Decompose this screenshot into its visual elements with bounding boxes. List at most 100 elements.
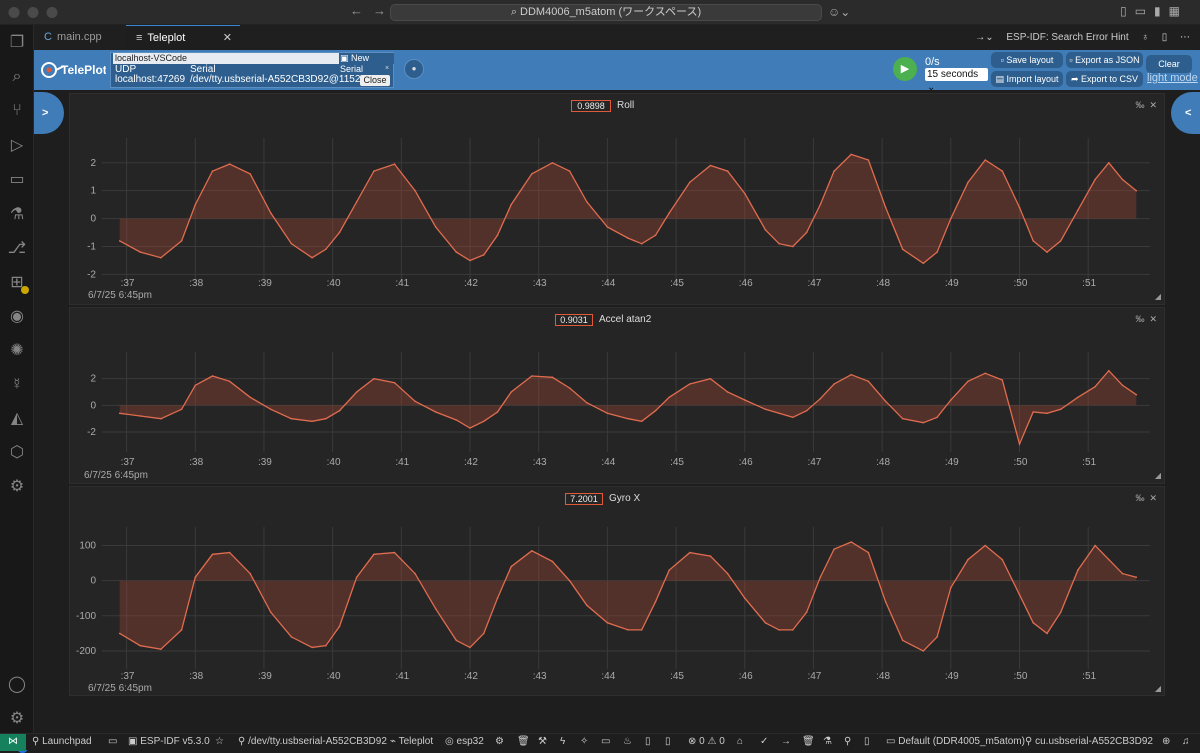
resize-handle-icon[interactable]: ◢: [1155, 471, 1161, 480]
import-layout-button[interactable]: ▤ Import layout: [991, 71, 1063, 87]
tab-teleplot[interactable]: ≡ Teleplot ✕: [126, 25, 240, 50]
remote-explorer-icon[interactable]: ▭: [7, 170, 27, 190]
remote-icon[interactable]: ⊕: [1162, 734, 1170, 750]
plot-panel-gyro-x: 7.2001 Gyro X ‰✕ :37:38:39:40:41:42:43:4…: [69, 486, 1165, 696]
trash-icon[interactable]: 🗑︎: [517, 734, 530, 750]
cu-port-item[interactable]: ⚲ cu.usbserial-A552CB3D92: [1025, 734, 1153, 750]
data-point: [640, 242, 643, 245]
arrow-right-icon[interactable]: →⌄: [975, 32, 993, 43]
folder-icon[interactable]: ▭: [108, 734, 117, 750]
split-editor-icon[interactable]: ▯: [1162, 32, 1168, 43]
window-controls[interactable]: [0, 0, 120, 25]
data-point: [967, 558, 969, 561]
flask-icon[interactable]: ⚗: [823, 734, 832, 750]
light-mode-link[interactable]: light mode: [1147, 72, 1198, 84]
data-point: [434, 411, 437, 413]
udp-info: UDP localhost:47269: [115, 65, 185, 85]
star-icon[interactable]: ☆: [215, 734, 224, 750]
home-icon[interactable]: ⌂: [737, 734, 743, 750]
star-icon[interactable]: ✧: [580, 734, 588, 750]
left-sidebar-toggle[interactable]: >: [34, 92, 64, 134]
data-point: [551, 560, 554, 563]
source-control-icon[interactable]: ⑂: [7, 101, 27, 121]
account-icon[interactable]: ◯: [7, 675, 27, 695]
lightbulb-icon[interactable]: ♁: [1141, 32, 1149, 43]
trash-icon[interactable]: 🗑︎: [802, 734, 815, 750]
settings-icon[interactable]: ⚙: [495, 734, 504, 750]
explorer-icon[interactable]: ❐: [7, 33, 27, 53]
import-layout-label: Import layout: [1006, 74, 1059, 84]
plug-icon[interactable]: ⚲: [844, 734, 851, 750]
workspace-title: DDM4006_m5atom (ワークスペース): [520, 6, 702, 18]
resize-handle-icon[interactable]: ◢: [1155, 684, 1161, 693]
remote-indicator-icon[interactable]: ⋈: [0, 734, 26, 751]
copilot-icon[interactable]: ☺⌄: [828, 5, 850, 19]
tab-main-cpp[interactable]: Cmain.cpp: [34, 25, 124, 50]
folder-icon: ▭: [886, 736, 899, 747]
serial-port-item[interactable]: ⚲ /dev/tty.usbserial-A552CB3D92: [238, 734, 387, 750]
esp-idf-search-error-hint[interactable]: ESP-IDF: Search Error Hint: [1006, 32, 1128, 43]
record-button[interactable]: ●: [404, 59, 424, 79]
problems-item[interactable]: ⊗ 0 ⚠ 0: [688, 734, 725, 750]
close-icon[interactable]: ✕: [223, 26, 232, 51]
data-point: [483, 254, 485, 256]
data-point: [1135, 189, 1138, 192]
data-point: [531, 173, 533, 175]
save-layout-button[interactable]: ▫ Save layout: [991, 52, 1063, 68]
check-icon[interactable]: ✓: [760, 734, 768, 750]
cpp-file-icon: C: [44, 31, 52, 43]
config-item[interactable]: ▭ Default (DDR4005_m5atom): [886, 734, 1025, 750]
testing-icon[interactable]: ⚗: [7, 205, 27, 225]
terminal-icon[interactable]: ▯: [645, 734, 651, 750]
bell-icon[interactable]: ♫: [1182, 734, 1190, 750]
wrench-icon[interactable]: ⚒: [538, 734, 547, 750]
clear-button[interactable]: Clear: [1146, 55, 1192, 73]
arrow-right-icon[interactable]: →: [781, 734, 791, 750]
teleplot-item[interactable]: ⌁ Teleplot: [390, 734, 433, 750]
espressif-icon[interactable]: ◉: [7, 307, 27, 327]
flash-icon[interactable]: ϟ: [560, 734, 565, 750]
monitor-icon[interactable]: ▭: [601, 734, 610, 750]
layout-controls[interactable]: ▯▭▮▦: [1120, 4, 1188, 18]
close-icon[interactable]: ×: [385, 65, 389, 72]
command-center-search[interactable]: ⌕ DDM4006_m5atom (ワークスペース): [390, 4, 822, 21]
data-point: [654, 601, 657, 603]
export-csv-button[interactable]: ➦ Export to CSV: [1066, 71, 1143, 87]
run-debug-icon[interactable]: ▷: [7, 136, 27, 156]
data-point: [270, 212, 272, 214]
resize-handle-icon[interactable]: ◢: [1155, 292, 1161, 301]
record-icon: ●: [411, 64, 417, 73]
search-icon[interactable]: ⌕: [7, 67, 27, 87]
y-tick-label: 0: [90, 576, 96, 587]
platformio-icon[interactable]: ✺: [7, 341, 27, 361]
connection-source-select[interactable]: localhost-VSCode: [113, 53, 339, 64]
package-icon[interactable]: ⬡: [7, 443, 27, 463]
target-label: esp32: [456, 736, 484, 747]
extensions-icon[interactable]: ⊞: [7, 273, 29, 294]
close-serial-button[interactable]: Close: [360, 75, 390, 86]
time-window-select[interactable]: 15 seconds ⌄: [925, 68, 988, 93]
terminal-icon[interactable]: ▯: [665, 734, 671, 750]
export-json-button[interactable]: ▫ Export as JSON: [1066, 52, 1143, 68]
alien-icon[interactable]: ☿: [7, 375, 27, 395]
data-point: [778, 629, 780, 631]
data-point: [867, 380, 870, 383]
forward-arrow-icon[interactable]: →: [373, 3, 386, 18]
settings-sync-icon[interactable]: ⚙: [7, 477, 27, 497]
right-sidebar-toggle[interactable]: <: [1171, 92, 1200, 134]
more-actions-icon[interactable]: ⋯: [1180, 32, 1190, 43]
fire-icon[interactable]: ♨: [623, 734, 632, 750]
gitlab-icon[interactable]: ◭: [7, 409, 27, 429]
data-point: [1135, 393, 1138, 396]
back-arrow-icon[interactable]: ←: [350, 3, 363, 18]
manage-gear-icon[interactable]: ⚙: [7, 709, 27, 729]
new-serial-button[interactable]: ▣ New Serial: [340, 53, 394, 74]
launchpad-item[interactable]: ⚲ Launchpad: [32, 734, 92, 750]
git-graph-icon[interactable]: ⎇: [7, 239, 27, 259]
target-item[interactable]: ◎ esp32: [445, 734, 484, 750]
play-button[interactable]: ▶: [893, 57, 917, 81]
esp-idf-version-item[interactable]: ▣ ESP-IDF v5.3.0: [128, 734, 210, 750]
x-tick-label: :42: [464, 671, 478, 682]
terminal-icon[interactable]: ▯: [864, 734, 870, 750]
x-tick-label: :46: [739, 457, 753, 468]
